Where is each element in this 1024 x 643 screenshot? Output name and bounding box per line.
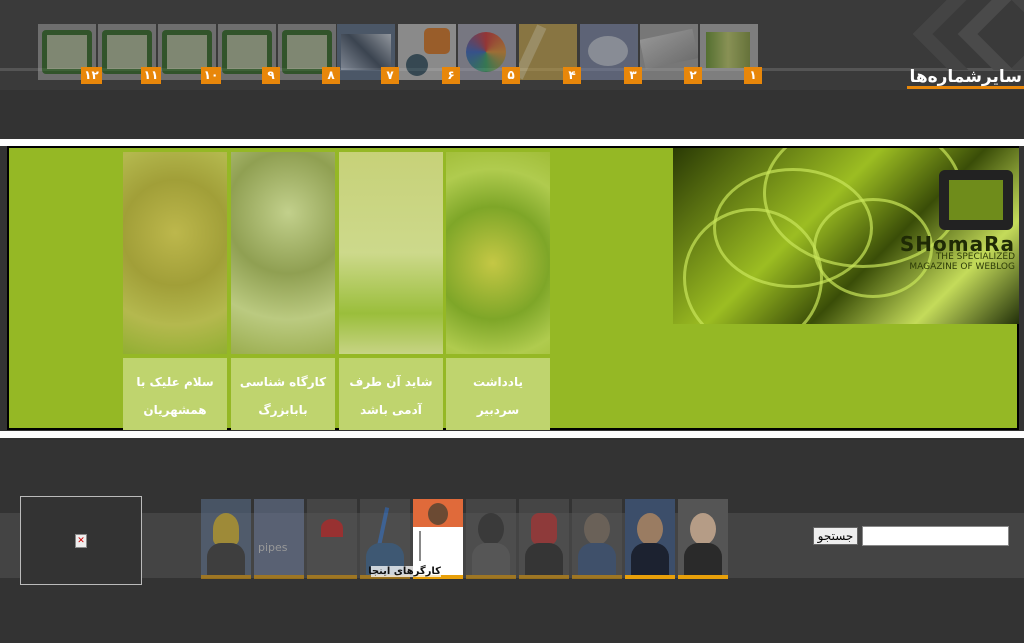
issue-number-3[interactable]: ۳ — [624, 67, 642, 84]
author-thumb-3[interactable] — [572, 499, 622, 579]
search-input[interactable] — [862, 526, 1009, 546]
issue-number-10[interactable]: ۱۰ — [201, 67, 221, 84]
author-caption: کارگرهای اینجا — [368, 566, 441, 577]
author-thumb-5[interactable] — [466, 499, 516, 579]
feature-card-1[interactable]: یادداشت سردبیر — [446, 152, 550, 430]
author-thumb-1[interactable] — [678, 499, 728, 579]
page: سایرشماره‌ها ۱ ۲ ۳ ۴ ۵ ۶ ۷ ۸ ۹ ۱۰ ۱۱ ۱۲ … — [0, 0, 1024, 643]
feature-card-title: شاید آن طرف آدمی باشد — [339, 358, 443, 430]
feature-card-image — [446, 152, 550, 354]
author-thumb-10[interactable] — [201, 499, 251, 579]
author-thumb-9[interactable]: pipes — [254, 499, 304, 579]
issue-number-4[interactable]: ۴ — [563, 67, 581, 84]
shomara-logo-icon — [939, 170, 1013, 230]
feature-card-4[interactable]: سلام علیک با همشهریان — [123, 152, 227, 430]
banner-bottom-separator — [0, 431, 1024, 438]
search-button[interactable]: جستجو — [813, 527, 858, 545]
logo-subtitle: THE SPECIALIZED MAGAZINE OF WEBLOG — [909, 252, 1015, 272]
broken-image-icon: ✕ — [75, 534, 87, 548]
issue-number-9[interactable]: ۹ — [262, 67, 280, 84]
chevron-decoration-icon — [905, 0, 1024, 70]
feature-card-title: کارگاه شناسی بابابزرگ — [231, 358, 335, 430]
featured-banner: SHomaRa THE SPECIALIZED MAGAZINE OF WEBL… — [7, 146, 1019, 430]
issue-number-2[interactable]: ۲ — [684, 67, 702, 84]
issue-number-7[interactable]: ۷ — [381, 67, 399, 84]
banner-top-separator — [0, 139, 1024, 146]
other-issues-title: سایرشماره‌ها — [907, 66, 1024, 89]
feature-card-3[interactable]: کارگاه شناسی بابابزرگ — [231, 152, 335, 430]
issue-number-8[interactable]: ۸ — [322, 67, 340, 84]
issue-number-12[interactable]: ۱۲ — [81, 67, 102, 84]
author-thumb-8[interactable] — [307, 499, 357, 579]
feature-card-title: سلام علیک با همشهریان — [123, 358, 227, 430]
issue-number-11[interactable]: ۱۱ — [141, 67, 161, 84]
magazine-logo-image[interactable]: SHomaRa THE SPECIALIZED MAGAZINE OF WEBL… — [673, 148, 1019, 324]
feature-card-image — [123, 152, 227, 354]
feature-card-image — [339, 152, 443, 354]
feature-card-title: یادداشت سردبیر — [446, 358, 550, 430]
feature-card-2[interactable]: شاید آن طرف آدمی باشد — [339, 152, 443, 430]
author-thumb-2[interactable] — [625, 499, 675, 579]
issue-number-1[interactable]: ۱ — [744, 67, 762, 84]
issue-number-6[interactable]: ۶ — [442, 67, 460, 84]
issue-number-5[interactable]: ۵ — [502, 67, 520, 84]
author-thumb-4[interactable] — [519, 499, 569, 579]
feature-card-image — [231, 152, 335, 354]
image-placeholder-box: ✕ — [20, 496, 142, 585]
